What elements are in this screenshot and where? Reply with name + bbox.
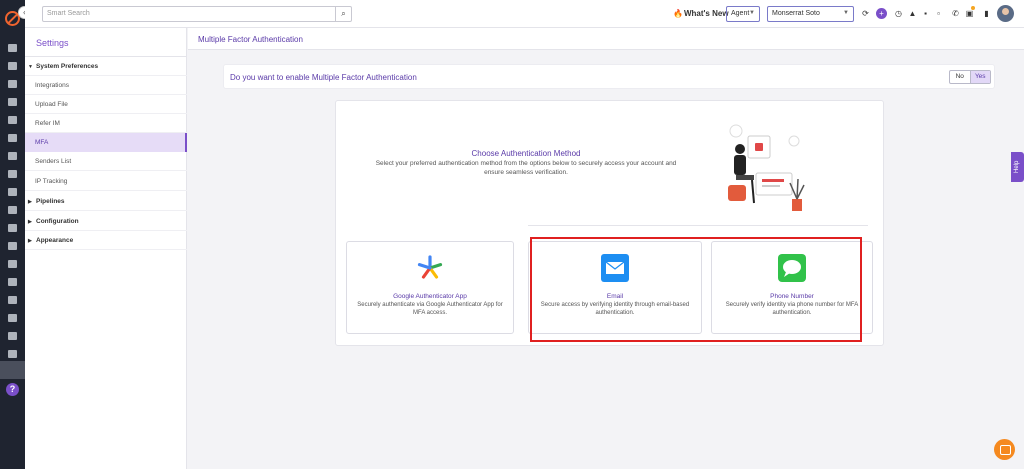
file-icon[interactable] [8, 206, 17, 214]
sidebar-item-integrations[interactable]: Integrations [25, 76, 187, 95]
page-title: Multiple Factor Authentication [198, 35, 303, 44]
choose-method-subtitle: Select your preferred authentication met… [375, 160, 677, 176]
enable-mfa-question: Do you want to enable Multiple Factor Au… [230, 73, 417, 82]
sidebar-item-senders-list[interactable]: Senders List [25, 152, 187, 171]
choose-method-title: Choose Authentication Method [471, 149, 581, 158]
user-select-value: Monserrat Soto [772, 10, 820, 17]
help-tab[interactable]: Help [1011, 152, 1024, 182]
sidebar-item-ip-tracking[interactable]: IP Tracking [25, 172, 187, 191]
phone-icon[interactable]: ✆ [951, 9, 960, 18]
sidebar-group-system-preferences[interactable]: ▼ System Preferences [25, 57, 187, 76]
sidebar-title: Settings [36, 38, 69, 48]
bell-icon[interactable]: ▲ [908, 9, 917, 18]
sidebar-item-label: System Preferences [36, 63, 99, 70]
chart-icon[interactable] [8, 224, 17, 232]
calendar-icon[interactable] [8, 296, 17, 304]
agent-select-value: Agent [731, 10, 750, 17]
megaphone-icon[interactable] [8, 188, 17, 196]
clock-icon[interactable]: ◷ [894, 9, 903, 18]
trend-icon[interactable] [8, 332, 17, 340]
page-header: Multiple Factor Authentication [188, 28, 1024, 50]
google-authenticator-icon [417, 255, 443, 279]
search-icon[interactable]: ⌕ [335, 6, 352, 22]
clipboard-icon[interactable] [8, 278, 17, 286]
toggle-no-button[interactable]: No [950, 71, 970, 83]
divider [528, 225, 868, 226]
agent-select[interactable]: Agent ▼ [726, 6, 760, 22]
user-select[interactable]: Monserrat Soto ▼ [767, 6, 854, 22]
sidebar-item-label: Integrations [35, 82, 69, 89]
option-name: Google Authenticator App [393, 293, 467, 300]
chat-widget-button[interactable] [994, 439, 1015, 460]
settings-sidebar: Settings ▼ System Preferences Integration… [25, 28, 187, 469]
sidebar-item-label: Upload File [35, 101, 68, 108]
sidebar-item-mfa[interactable]: MFA [25, 133, 187, 152]
mail-icon[interactable] [8, 314, 17, 322]
security-illustration [728, 124, 805, 211]
folder-icon[interactable] [8, 242, 17, 250]
settings-icon[interactable] [0, 361, 25, 379]
sidebar-item-label: Configuration [36, 218, 79, 225]
list-icon[interactable] [8, 134, 17, 142]
image-icon[interactable] [8, 152, 17, 160]
sidebar-item-label: Refer IM [35, 120, 60, 127]
enable-mfa-card: Do you want to enable Multiple Factor Au… [223, 64, 995, 89]
analytics-icon[interactable] [8, 350, 17, 358]
avatar[interactable] [997, 5, 1014, 22]
refresh-icon[interactable]: ⟳ [861, 9, 870, 18]
toggle-yes-button[interactable]: Yes [969, 71, 990, 83]
add-icon[interactable]: + [876, 8, 887, 19]
sidebar-group-configuration[interactable]: ▶ Configuration [25, 212, 187, 231]
documents-icon[interactable] [8, 98, 17, 106]
sidebar-item-label: IP Tracking [35, 178, 68, 185]
bank-icon[interactable] [8, 116, 17, 124]
rocket-icon[interactable] [8, 44, 17, 52]
search-input[interactable]: Smart Search [42, 6, 336, 22]
sidebar-item-label: Senders List [35, 158, 72, 165]
option-description: Securely authenticate via Google Authent… [357, 302, 503, 316]
reports-icon[interactable]: ▫ [934, 9, 943, 18]
topbar: Smart Search ⌕ 🔥What's New Agent ▼ Monser… [25, 0, 1024, 28]
inbox-icon[interactable] [8, 260, 17, 268]
enable-mfa-toggle: No Yes [949, 70, 991, 84]
dashboard-icon[interactable] [8, 62, 17, 70]
option-google-authenticator[interactable]: Google Authenticator App Securely authen… [346, 241, 514, 334]
contacts-icon[interactable] [8, 80, 17, 88]
device-icon[interactable]: ▮ [982, 9, 991, 18]
help-icon[interactable]: ? [6, 383, 19, 396]
sidebar-item-refer-im[interactable]: Refer IM [25, 114, 187, 133]
filter-icon[interactable] [8, 170, 17, 178]
app-rail: ? [0, 0, 25, 469]
sidebar-item-label: Appearance [36, 237, 74, 244]
sidebar-item-label: MFA [35, 139, 49, 146]
chevron-down-icon: ▼ [749, 10, 755, 16]
sidebar-item-label: Pipelines [36, 198, 65, 205]
chat-icon[interactable]: ▪ [921, 9, 930, 18]
whats-new-label: What's New [683, 9, 729, 18]
sidebar-group-appearance[interactable]: ▶ Appearance [25, 231, 187, 250]
sidebar-group-pipelines[interactable]: ▶ Pipelines [25, 192, 187, 211]
sidebar-item-upload-file[interactable]: Upload File [25, 95, 187, 114]
whats-new-link[interactable]: 🔥What's New [673, 9, 729, 18]
chevron-down-icon: ▼ [843, 10, 849, 16]
selection-highlight-box [530, 237, 862, 342]
fire-icon: 🔥 [673, 9, 683, 18]
chip-icon[interactable]: ▣ [965, 9, 974, 18]
